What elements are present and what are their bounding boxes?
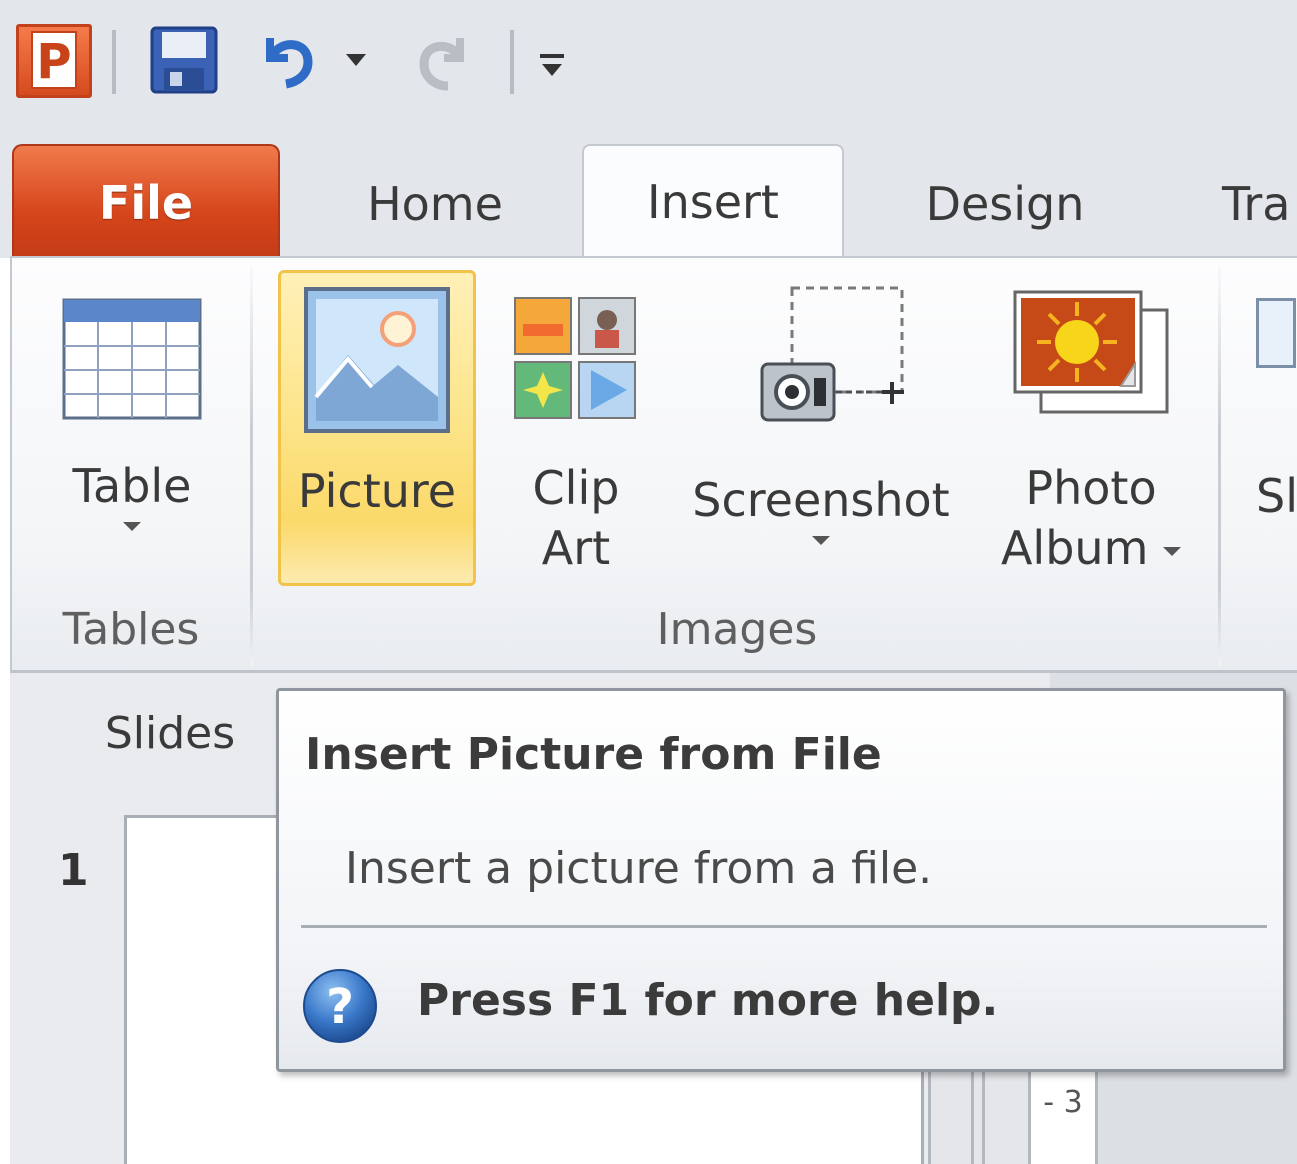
ribbon: Table Tables Picture Clip Art Screenshot… [10,256,1297,670]
undo-icon[interactable] [256,28,320,92]
tooltip-help-text: Press F1 for more help. [417,975,999,1026]
photo-album-label-line1: Photo [1025,461,1157,515]
clip-art-label-line1: Clip [532,461,620,515]
table-label: Table [72,459,192,513]
clip-art-button[interactable]: Clip Art [496,288,656,588]
photo-album-label-line2-row: Album [976,518,1206,578]
customize-toolbar-icon[interactable] [538,50,566,80]
group-separator [250,266,253,666]
table-button[interactable]: Table [32,288,232,588]
toolbar-separator [510,30,514,94]
tooltip-title: Insert Picture from File [305,729,882,780]
group-tables: Table Tables [12,258,250,668]
group-label-images: Images [656,604,818,655]
toolbar-separator [112,30,116,94]
shapes-button-partial[interactable]: Sl [1256,288,1297,588]
table-icon [62,298,202,420]
tab-design[interactable]: Design [870,148,1140,260]
tab-file[interactable]: File [12,144,280,258]
chevron-down-icon [32,516,232,535]
screenshot-label: Screenshot [692,473,950,527]
svg-text:?: ? [326,979,354,1035]
shapes-icon [1256,298,1296,368]
photo-album-label-line2: Album [1000,521,1149,575]
chevron-down-icon [676,530,966,549]
undo-dropdown-icon[interactable] [344,52,368,68]
app-logo-letter: P [31,31,77,90]
group-images: Picture Clip Art Screenshot Photo Album … [256,258,1218,668]
shapes-label: Sl [1256,469,1297,523]
group-separator [1218,266,1221,666]
photo-album-button[interactable]: Photo Album [976,288,1206,588]
tooltip: Insert Picture from File Insert a pictur… [276,688,1286,1072]
tab-transitions[interactable]: Tra [1222,148,1297,260]
chevron-down-icon [1163,547,1182,556]
slide-number: 1 [58,845,89,896]
powerpoint-logo-icon[interactable]: P [16,24,92,98]
clip-art-label-line2: Art [541,521,611,575]
panel-scrollbar[interactable] [928,1065,1028,1164]
picture-icon [304,287,450,433]
save-icon[interactable] [150,26,218,94]
help-icon: ? [301,967,379,1045]
vertical-ruler: - 3 [1028,1065,1098,1164]
tab-home[interactable]: Home [300,148,570,260]
screenshot-icon [760,286,906,422]
quick-access-toolbar: P [0,0,1297,120]
tab-slides[interactable]: Slides [80,703,260,765]
tooltip-divider [301,925,1267,928]
screenshot-button[interactable]: Screenshot [676,282,966,582]
photo-album-icon [1013,290,1169,414]
picture-button[interactable]: Picture [278,270,476,586]
ribbon-tabs: File Home Insert Design Tra [0,120,1297,262]
group-label-tables: Tables [62,604,200,655]
scrollbar-track [971,1065,985,1164]
picture-label: Picture [297,464,457,518]
tooltip-description: Insert a picture from a file. [345,843,933,894]
tab-insert[interactable]: Insert [582,144,844,262]
redo-icon[interactable] [414,30,476,92]
clip-art-icon [514,297,636,419]
